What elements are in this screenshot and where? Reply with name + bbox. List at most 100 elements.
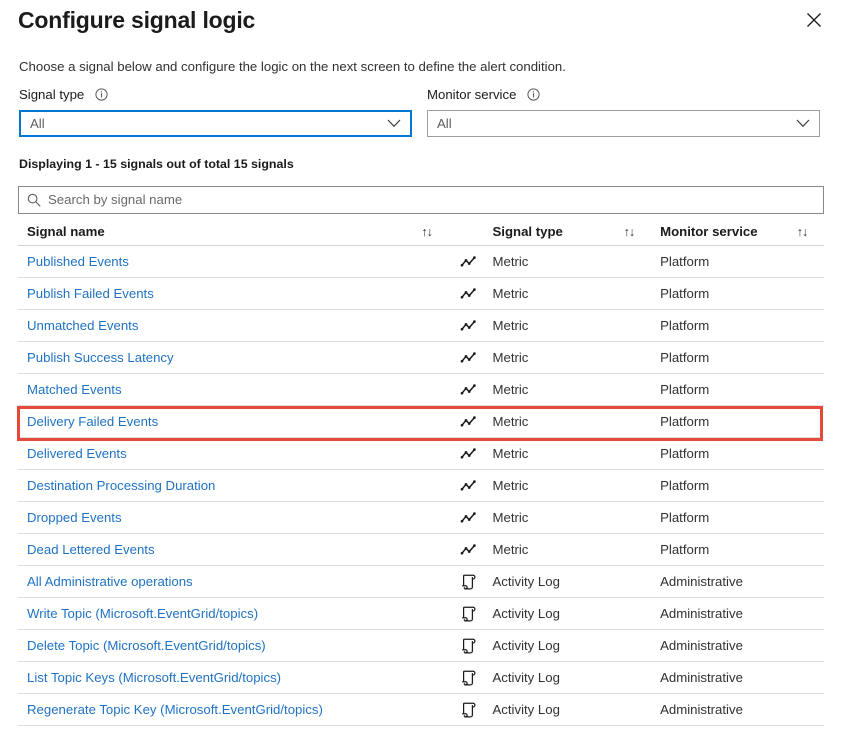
table-row[interactable]: Destination Processing Duration Metric Pla… xyxy=(18,470,824,502)
monitor-service-value: Platform xyxy=(660,317,710,333)
table-row[interactable]: Delivery Failed Events Metric Platform xyxy=(18,406,824,438)
metric-line-chart-icon xyxy=(459,348,479,368)
signal-name-link[interactable]: Delivery Failed Events xyxy=(27,414,158,430)
monitor-service-value: Administrative xyxy=(660,573,743,589)
configure-signal-logic-panel: Configure signal logic Choose a signal b… xyxy=(0,0,842,748)
results-summary: Displaying 1 - 15 signals out of total 1… xyxy=(19,157,294,171)
signal-type-value: Activity Log xyxy=(492,637,560,653)
signal-type-value: Activity Log xyxy=(492,701,560,717)
signal-name-link[interactable]: Dead Lettered Events xyxy=(27,542,155,558)
signals-table: Signal name ↑↓ Signal type ↑↓ Monitor se… xyxy=(18,218,824,726)
metric-line-chart-icon xyxy=(459,540,479,560)
monitor-service-label: Monitor service xyxy=(427,87,517,102)
metric-line-chart-icon xyxy=(459,284,479,304)
activity-log-scroll-icon xyxy=(459,572,479,592)
table-row[interactable]: Dropped Events Metric Platform xyxy=(18,502,824,534)
signal-name-link[interactable]: Regenerate Topic Key (Microsoft.EventGri… xyxy=(27,702,323,718)
table-header-row: Signal name ↑↓ Signal type ↑↓ Monitor se… xyxy=(18,218,824,246)
signal-type-value: Metric xyxy=(492,477,529,493)
panel-description: Choose a signal below and configure the … xyxy=(19,59,566,74)
table-row[interactable]: Publish Failed Events Metric Platform xyxy=(18,278,824,310)
signal-name-link[interactable]: Destination Processing Duration xyxy=(27,478,215,494)
signal-name-link[interactable]: Unmatched Events xyxy=(27,318,138,334)
signal-type-value: Metric xyxy=(492,285,529,301)
table-row[interactable]: All Administrative operations Activity Lo… xyxy=(18,566,824,598)
signal-type-value: Metric xyxy=(492,445,529,461)
table-body: Published Events Metric Platform Publish Fa… xyxy=(18,246,824,726)
metric-line-chart-icon xyxy=(459,508,479,528)
signal-type-label: Signal type xyxy=(19,87,85,102)
monitor-service-value: Platform xyxy=(660,509,710,525)
monitor-service-value: All xyxy=(437,115,452,131)
monitor-service-value: Administrative xyxy=(660,605,743,621)
monitor-service-value: Platform xyxy=(660,541,710,557)
table-row[interactable]: Regenerate Topic Key (Microsoft.EventGri… xyxy=(18,694,824,726)
signal-name-link[interactable]: Delivered Events xyxy=(27,446,127,462)
activity-log-scroll-icon xyxy=(459,636,479,656)
signal-type-value: Activity Log xyxy=(492,573,560,589)
monitor-service-value: Platform xyxy=(660,413,710,429)
table-row[interactable]: Matched Events Metric Platform xyxy=(18,374,824,406)
signal-type-field: Signal type All xyxy=(19,86,412,137)
signal-name-link[interactable]: Write Topic (Microsoft.EventGrid/topics) xyxy=(27,606,258,622)
signal-type-value: All xyxy=(30,115,45,131)
metric-line-chart-icon xyxy=(459,252,479,272)
signal-type-value: Metric xyxy=(492,381,529,397)
table-row[interactable]: Delete Topic (Microsoft.EventGrid/topics… xyxy=(18,630,824,662)
close-icon[interactable] xyxy=(800,6,828,34)
monitor-service-value: Platform xyxy=(660,349,710,365)
signal-type-value: Metric xyxy=(492,413,529,429)
chevron-down-icon xyxy=(796,119,810,128)
metric-line-chart-icon xyxy=(459,444,479,464)
search-placeholder: Search by signal name xyxy=(48,192,183,207)
activity-log-scroll-icon xyxy=(459,700,479,720)
column-header-signal-name: Signal name xyxy=(27,223,105,239)
monitor-service-field: Monitor service All xyxy=(427,86,820,137)
sort-arrows-icon-signal-type[interactable]: ↑↓ xyxy=(624,224,635,240)
column-header-monitor-service: Monitor service xyxy=(660,223,758,239)
signal-name-link[interactable]: Publish Success Latency xyxy=(27,350,174,366)
signal-type-select[interactable]: All xyxy=(19,110,412,137)
table-row[interactable]: Published Events Metric Platform xyxy=(18,246,824,278)
monitor-service-select[interactable]: All xyxy=(427,110,820,137)
activity-log-scroll-icon xyxy=(459,604,479,624)
monitor-service-value: Platform xyxy=(660,477,710,493)
monitor-service-value: Platform xyxy=(660,381,710,397)
page-title: Configure signal logic xyxy=(18,7,256,33)
table-row[interactable]: Dead Lettered Events Metric Platform xyxy=(18,534,824,566)
monitor-service-value: Platform xyxy=(660,445,710,461)
chevron-down-icon xyxy=(387,119,401,128)
search-input[interactable]: Search by signal name xyxy=(18,186,824,214)
table-row[interactable]: List Topic Keys (Microsoft.EventGrid/top… xyxy=(18,662,824,694)
signal-name-link[interactable]: Delete Topic (Microsoft.EventGrid/topics… xyxy=(27,638,266,654)
signal-name-link[interactable]: Publish Failed Events xyxy=(27,286,154,302)
table-row[interactable]: Unmatched Events Metric Platform xyxy=(18,310,824,342)
signal-name-link[interactable]: List Topic Keys (Microsoft.EventGrid/top… xyxy=(27,670,281,686)
info-icon[interactable] xyxy=(95,88,108,101)
metric-line-chart-icon xyxy=(459,380,479,400)
signal-name-link[interactable]: Matched Events xyxy=(27,382,122,398)
sort-arrows-icon-signal-name[interactable]: ↑↓ xyxy=(421,224,432,240)
monitor-service-value: Administrative xyxy=(660,637,743,653)
signal-name-link[interactable]: Dropped Events xyxy=(27,510,122,526)
monitor-service-value: Platform xyxy=(660,285,710,301)
signal-type-value: Metric xyxy=(492,349,529,365)
signal-type-value: Metric xyxy=(492,541,529,557)
signal-type-value: Activity Log xyxy=(492,669,560,685)
sort-arrows-icon-monitor-service[interactable]: ↑↓ xyxy=(797,224,808,240)
metric-line-chart-icon xyxy=(459,316,479,336)
info-icon[interactable] xyxy=(527,88,540,101)
signal-name-link[interactable]: Published Events xyxy=(27,254,129,270)
search-icon xyxy=(27,193,41,207)
table-row[interactable]: Publish Success Latency Metric Platform xyxy=(18,342,824,374)
signal-type-value: Activity Log xyxy=(492,605,560,621)
monitor-service-value: Administrative xyxy=(660,701,743,717)
metric-line-chart-icon xyxy=(459,476,479,496)
signal-name-link[interactable]: All Administrative operations xyxy=(27,574,193,590)
table-row[interactable]: Delivered Events Metric Platform xyxy=(18,438,824,470)
signal-type-value: Metric xyxy=(492,509,529,525)
monitor-service-value: Platform xyxy=(660,253,710,269)
signal-type-value: Metric xyxy=(492,317,529,333)
table-row[interactable]: Write Topic (Microsoft.EventGrid/topics)… xyxy=(18,598,824,630)
signal-type-value: Metric xyxy=(492,253,529,269)
